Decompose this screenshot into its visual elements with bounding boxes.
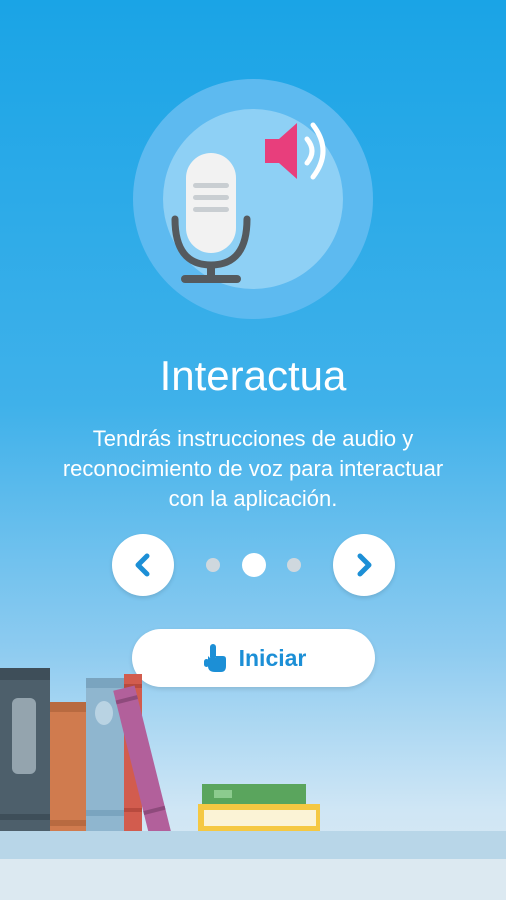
pager-dot-1[interactable] <box>206 558 220 572</box>
hero-circle <box>133 79 373 319</box>
next-button[interactable] <box>333 534 395 596</box>
books-illustration <box>0 668 320 835</box>
shelf <box>0 831 506 859</box>
previous-button[interactable] <box>112 534 174 596</box>
speaker-icon <box>265 122 326 180</box>
chevron-right-icon <box>357 553 372 577</box>
chevron-left-icon <box>135 553 150 577</box>
floor <box>0 859 506 900</box>
page-title: Interactua <box>159 352 347 399</box>
slide-description: Tendrás instrucciones de audio y reconoc… <box>62 426 444 511</box>
pager-dot-3[interactable] <box>287 558 301 572</box>
microphone-icon <box>171 153 251 283</box>
pager-dot-2-active[interactable] <box>242 553 266 577</box>
